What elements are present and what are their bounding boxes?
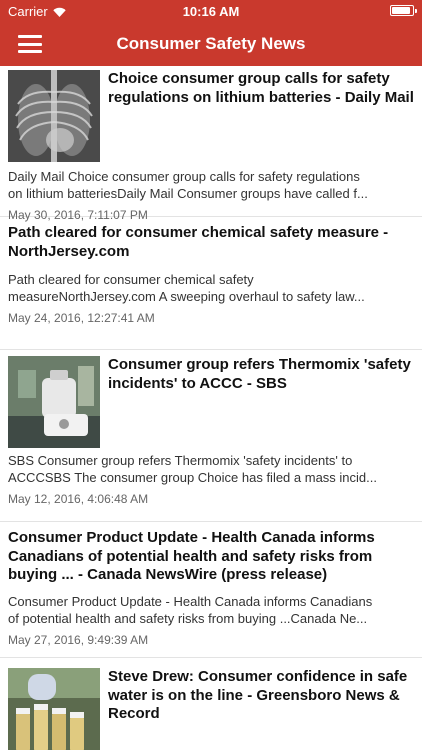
lab-vials-thumbnail-image (8, 668, 100, 750)
battery-icon (390, 5, 417, 16)
article-summary: Path cleared for consumer chemical safet… (8, 272, 254, 287)
list-item[interactable]: Path cleared for consumer chemical safet… (0, 217, 422, 350)
article-headline: Consumer Product Update - Health Canada … (8, 529, 375, 583)
kitchen-appliance-thumbnail-image (8, 356, 100, 448)
page-title: Consumer Safety News (116, 34, 306, 53)
list-item[interactable]: Choice consumer group calls for safety r… (0, 66, 422, 222)
status-bar: Carrier 10:16 AM (0, 0, 422, 22)
article-date: May 12, 2016, 4:06:48 AM (8, 492, 149, 506)
article-summary: Consumer Product Update - Health Canada … (8, 593, 373, 609)
list-item[interactable]: Consumer group refers Thermomix 'safety … (0, 350, 422, 522)
list-item[interactable]: Steve Drew: Consumer confidence in safe … (0, 658, 422, 750)
battery-fill (392, 7, 410, 14)
list-item[interactable]: Consumer Product Update - Health Canada … (0, 522, 422, 658)
article-date: May 27, 2016, 9:49:39 AM (8, 632, 149, 647)
article-date: May 24, 2016, 12:27:41 AM (8, 311, 155, 325)
news-feed[interactable]: Choice consumer group calls for safety r… (0, 66, 422, 750)
article-headline: Path cleared for consumer chemical safet… (8, 224, 389, 260)
article-headline: Choice consumer group calls for safety r… (108, 70, 414, 106)
nav-bar: Consumer Safety News (0, 22, 422, 66)
article-headline: Consumer group refers Thermomix 'safety … (108, 356, 411, 392)
article-summary: on lithium batteriesDaily Mail Consumer … (8, 186, 368, 201)
xray-thumbnail-image (8, 70, 100, 162)
article-summary: of potential health and safety risks fro… (8, 610, 368, 626)
clock: 10:16 AM (182, 4, 240, 19)
article-summary: Daily Mail Choice consumer group calls f… (8, 169, 360, 184)
article-summary: SBS Consumer group refers Thermomix 'saf… (8, 453, 353, 468)
article-summary: ACCCSBS The consumer group Choice has fi… (8, 470, 377, 485)
article-summary: measureNorthJersey.com A sweeping overha… (8, 289, 365, 304)
article-headline: Steve Drew: Consumer confidence in safe … (108, 668, 408, 722)
